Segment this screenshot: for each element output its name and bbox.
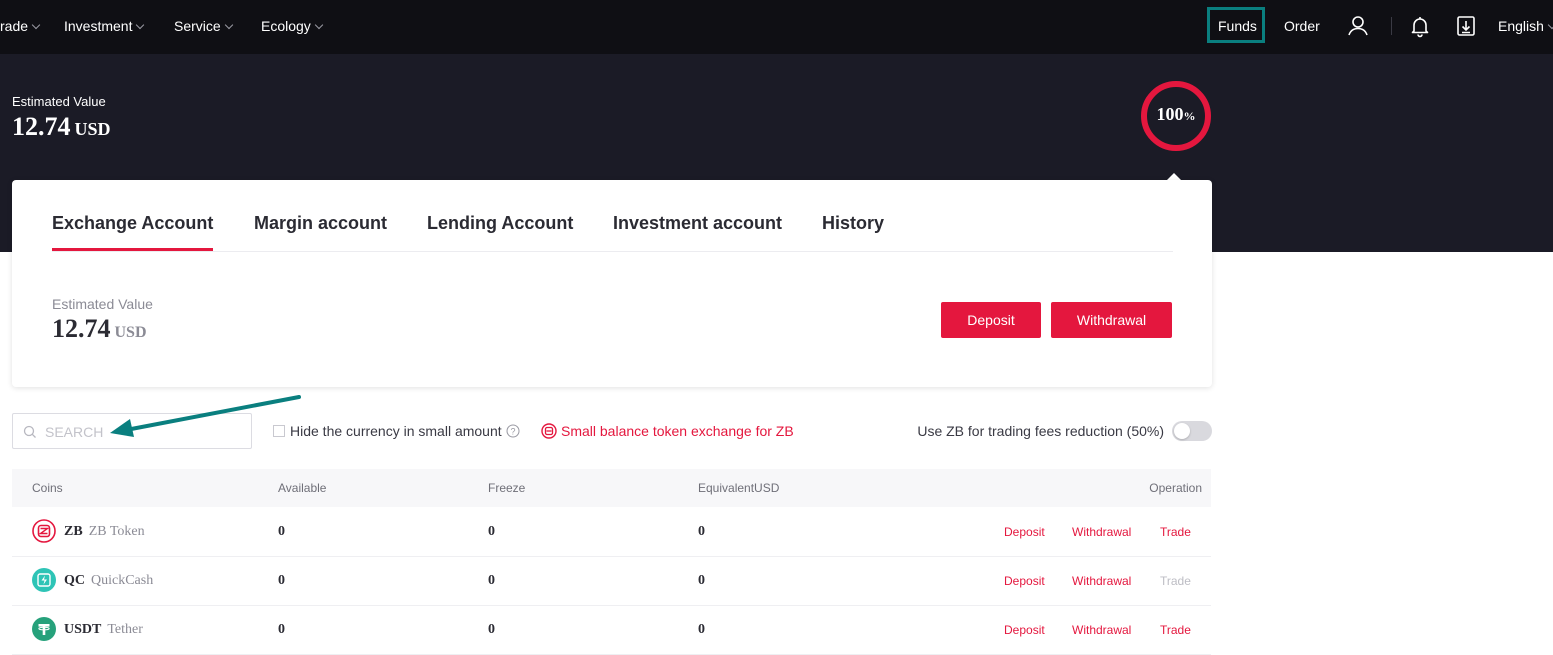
table-row: QC QuickCash 0 0 0 Deposit Withdrawal Tra… (12, 556, 1211, 606)
table-row: ZB ZB Token 0 0 0 Deposit Withdrawal Trad… (12, 507, 1211, 557)
nav-ecology[interactable]: Ecology (261, 0, 324, 54)
nav-language[interactable]: English (1498, 0, 1553, 54)
freeze-value: 0 (488, 573, 495, 588)
hero-estimated-value: 12.74 USD (12, 112, 111, 142)
available-value: 0 (278, 622, 285, 637)
available-value: 0 (278, 573, 285, 588)
nav-order[interactable]: Order (1284, 0, 1320, 54)
chevron-down-icon (1547, 20, 1553, 30)
tether-icon (32, 617, 56, 641)
nav-service-label: Service (174, 18, 221, 34)
hero-estimated-label: Estimated Value (12, 94, 106, 109)
tab-history[interactable]: History (822, 213, 884, 234)
row-trade-link[interactable]: Trade (1160, 623, 1191, 637)
tab-margin-account[interactable]: Margin account (254, 213, 387, 234)
quickcash-icon (32, 568, 56, 592)
coin-symbol-text: ZB (64, 524, 83, 539)
hero-value-unit: USD (74, 119, 111, 139)
freeze-value: 0 (488, 622, 495, 637)
chevron-down-icon (31, 20, 41, 30)
hero-value-number: 12.74 (12, 112, 71, 141)
row-withdrawal-link[interactable]: Withdrawal (1072, 623, 1131, 637)
row-deposit-link[interactable]: Deposit (1004, 525, 1045, 539)
nav-divider (1391, 17, 1392, 35)
coin-symbol-text: USDT (64, 622, 102, 637)
coin-name: Tether (107, 622, 143, 637)
coin-name: ZB Token (88, 524, 145, 539)
top-nav: rade Investment Service Ecology Funds Or… (0, 0, 1553, 54)
nav-ecology-label: Ecology (261, 18, 311, 34)
coin-symbol: QC QuickCash (64, 573, 153, 589)
nav-trade[interactable]: rade (0, 0, 41, 54)
allocation-percent: 100% (1140, 104, 1212, 125)
fee-reduction-label: Use ZB for trading fees reduction (50%) (917, 423, 1164, 439)
header-freeze: Freeze (488, 481, 526, 495)
withdrawal-button[interactable]: Withdrawal (1051, 302, 1172, 338)
available-value: 0 (278, 524, 285, 539)
help-icon[interactable]: ? (506, 424, 520, 438)
account-estimated-value: 12.74 USD (52, 314, 147, 344)
user-icon[interactable] (1346, 14, 1370, 38)
hide-small-label: Hide the currency in small amount (290, 423, 502, 439)
freeze-value: 0 (488, 524, 495, 539)
account-estimated-label: Estimated Value (52, 296, 153, 312)
equivalent-usd-value: 0 (698, 573, 705, 588)
chevron-down-icon (224, 20, 233, 30)
nav-service[interactable]: Service (174, 0, 233, 54)
row-withdrawal-link[interactable]: Withdrawal (1072, 574, 1131, 588)
coin-name: QuickCash (91, 573, 154, 588)
header-operation: Operation (1149, 481, 1202, 495)
account-card: Exchange Account Margin account Lending … (12, 180, 1212, 387)
row-trade-link[interactable]: Trade (1160, 525, 1191, 539)
tab-divider (52, 251, 1173, 252)
search-icon (23, 425, 36, 438)
chevron-down-icon (136, 20, 145, 30)
header-equivalent-usd: EquivalentUSD (698, 481, 780, 495)
bell-icon[interactable] (1408, 14, 1432, 38)
row-deposit-link[interactable]: Deposit (1004, 574, 1045, 588)
coin-symbol-text: QC (64, 573, 85, 588)
toggle-knob (1174, 423, 1190, 439)
table-row: USDT Tether 0 0 0 Deposit Withdrawal Trad… (12, 605, 1211, 655)
nav-trade-label: rade (0, 18, 29, 34)
zb-token-icon (32, 519, 56, 543)
header-available: Available (278, 481, 327, 495)
nav-investment[interactable]: Investment (64, 0, 145, 54)
account-value-unit: USD (114, 324, 147, 341)
equivalent-usd-value: 0 (698, 524, 705, 539)
tab-exchange-account[interactable]: Exchange Account (52, 213, 213, 234)
allocation-percent-unit: % (1183, 109, 1196, 123)
table-header: Coins Available Freeze EquivalentUSD Ope… (12, 469, 1211, 507)
svg-text:?: ? (510, 427, 515, 437)
chevron-down-icon (314, 20, 324, 30)
small-balance-exchange-link[interactable]: Small balance token exchange for ZB (561, 423, 794, 439)
nav-investment-label: Investment (64, 18, 133, 34)
tab-investment-account[interactable]: Investment account (613, 213, 782, 234)
account-value-number: 12.74 (52, 314, 111, 343)
coin-symbol: USDT Tether (64, 622, 143, 638)
fee-reduction-toggle[interactable] (1172, 421, 1212, 441)
allocation-percent-value: 100 (1156, 104, 1184, 124)
row-trade-link-disabled: Trade (1160, 574, 1191, 588)
hide-small-checkbox[interactable] (273, 425, 285, 437)
download-icon[interactable] (1454, 14, 1478, 38)
tab-lending-account[interactable]: Lending Account (427, 213, 573, 234)
row-deposit-link[interactable]: Deposit (1004, 623, 1045, 637)
nav-language-label: English (1498, 18, 1544, 34)
equivalent-usd-value: 0 (698, 622, 705, 637)
deposit-button[interactable]: Deposit (941, 302, 1041, 338)
coin-symbol: ZB ZB Token (64, 524, 145, 540)
nav-funds[interactable]: Funds (1218, 0, 1257, 54)
zb-exchange-icon (541, 423, 557, 439)
header-coins: Coins (32, 481, 63, 495)
row-withdrawal-link[interactable]: Withdrawal (1072, 525, 1131, 539)
